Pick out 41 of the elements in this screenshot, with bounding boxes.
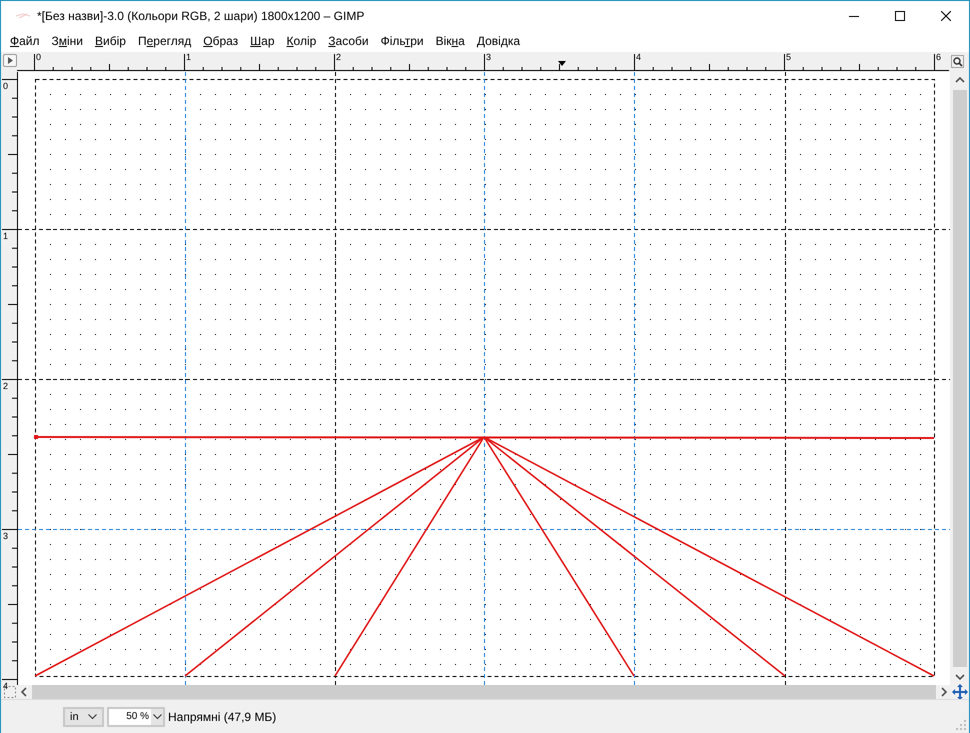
menu-item[interactable]: Файл (4, 34, 46, 48)
menu-item[interactable]: Вибір (89, 34, 132, 48)
menu-item[interactable]: Перегляд (132, 34, 198, 48)
menu-item[interactable]: Вікна (430, 34, 471, 48)
ruler-label: 3 (3, 531, 8, 542)
menu-item[interactable]: Фільтри (374, 34, 430, 48)
quick-mask-button[interactable] (3, 54, 17, 68)
ruler-label: 0 (3, 81, 8, 92)
ruler-label: 2 (3, 381, 8, 392)
ruler-label: 3 (486, 52, 492, 62)
scroll-up-icon[interactable] (954, 76, 964, 84)
menu-item[interactable]: Образ (197, 34, 244, 48)
ruler-label: 4 (636, 52, 642, 62)
triangle-icon (6, 56, 14, 66)
ruler-label: 2 (336, 52, 342, 62)
status-message: Напрямні (47,9 МБ) (168, 710, 276, 724)
caret-icon (88, 714, 97, 720)
menu-item[interactable]: Зміни (46, 34, 90, 48)
ruler-label: 5 (786, 52, 792, 62)
ruler-label: 1 (3, 231, 8, 242)
menu-item[interactable]: Колір (280, 34, 322, 48)
ruler-label: 1 (186, 52, 192, 62)
close-icon (941, 10, 951, 20)
app-icon (15, 10, 31, 20)
menu-item[interactable]: Засоби (322, 34, 375, 48)
ruler-label: 0 (36, 52, 42, 62)
navigate-icon[interactable] (952, 684, 968, 700)
maximize-icon (895, 10, 905, 20)
scroll-left-icon[interactable] (20, 687, 28, 698)
zoom-icon[interactable] (951, 55, 964, 68)
scroll-right-icon[interactable] (940, 687, 948, 698)
resize-grip-icon (956, 720, 966, 730)
menu-item[interactable]: Шар (244, 34, 281, 48)
unit-dropdown[interactable]: in (63, 706, 104, 727)
ruler-label: 4 (3, 681, 8, 692)
ruler-label: 6 (936, 52, 942, 62)
menu-item[interactable]: Довідка (470, 34, 526, 48)
window-title: *[Без назви]-3.0 (Кольори RGB, 2 шари) 1800x1200 – GIMP (37, 8, 366, 22)
scroll-down-icon[interactable] (954, 673, 964, 682)
horizontal-scrollbar[interactable] (32, 685, 936, 700)
canvas-drawing[interactable] (18, 72, 950, 686)
